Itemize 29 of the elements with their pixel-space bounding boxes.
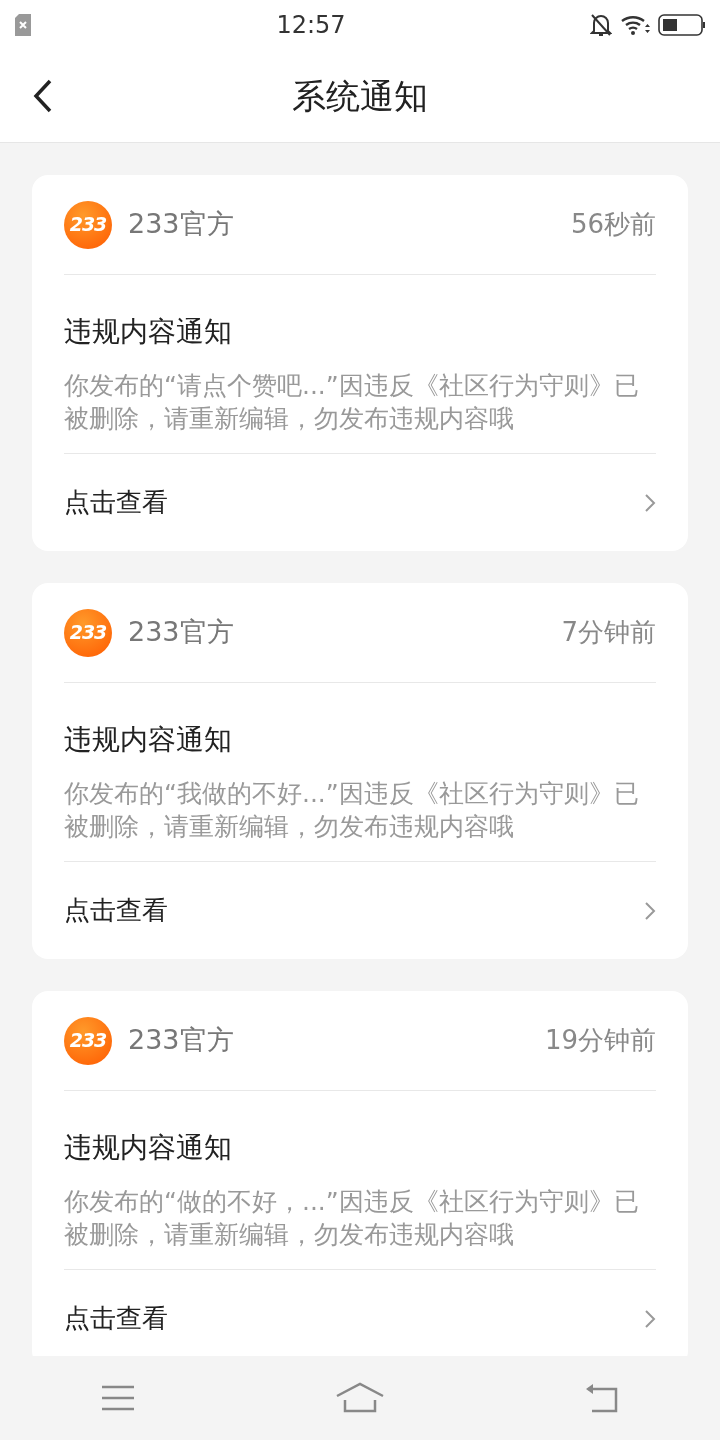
sender-name: 233官方 <box>128 615 234 650</box>
sender-name: 233官方 <box>128 207 234 242</box>
menu-icon[interactable] <box>99 1384 136 1412</box>
home-icon[interactable] <box>335 1382 385 1414</box>
chevron-right-icon[interactable] <box>644 900 656 921</box>
chevron-right-icon[interactable] <box>644 492 656 513</box>
wifi-icon <box>620 14 650 36</box>
logo-icon: 233 <box>64 200 112 249</box>
notification-message: 你发布的“做的不好，...”因违反《社区行为守则》已被删除，请重新编辑，勿发布违规内容哦 <box>64 1185 656 1270</box>
clock-time: 12:57 <box>276 10 346 41</box>
muted-bell-icon <box>590 13 612 37</box>
timestamp: 56秒前 <box>570 208 656 241</box>
view-link[interactable]: 点击查看 <box>64 891 168 930</box>
view-link[interactable]: 点击查看 <box>64 483 168 522</box>
timestamp: 7分钟前 <box>561 616 656 649</box>
notification-title: 违规内容通知 <box>64 1130 233 1166</box>
sender-name: 233官方 <box>128 1023 234 1058</box>
battery-icon <box>658 14 706 36</box>
notification-message: 你发布的“我做的不好...”因违反《社区行为守则》已被删除，请重新编辑，勿发布违规内容哦 <box>64 777 656 862</box>
notification-title: 违规内容通知 <box>64 722 233 758</box>
timestamp: 19分钟前 <box>544 1024 656 1057</box>
sim-card-icon <box>14 13 32 37</box>
chevron-right-icon[interactable] <box>644 1308 656 1329</box>
page-title: 系统通知 <box>292 74 428 118</box>
view-link[interactable]: 点击查看 <box>64 1299 168 1338</box>
logo-icon: 233 <box>64 608 112 657</box>
logo-icon: 233 <box>64 1016 112 1065</box>
notification-title: 违规内容通知 <box>64 314 233 350</box>
notification-message: 你发布的“请点个赞吧...”因违反《社区行为守则》已被删除，请重新编辑，勿发布违规内容哦 <box>64 369 656 454</box>
